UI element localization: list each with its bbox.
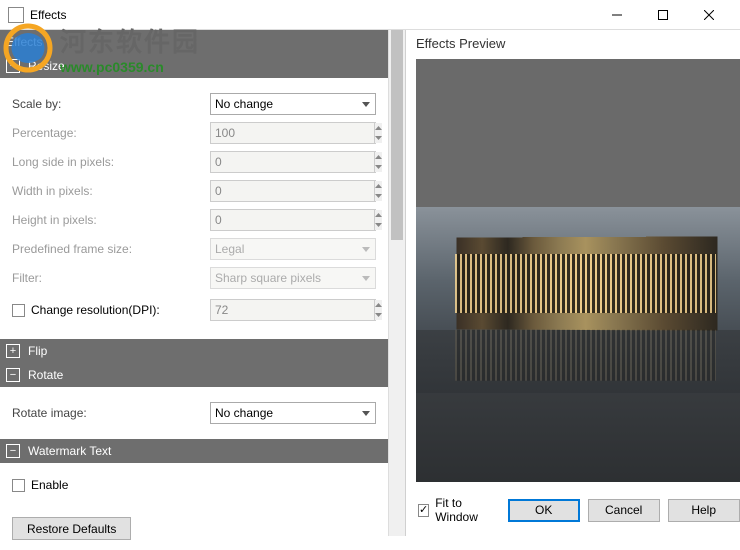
rotate-image-select[interactable]: No change	[210, 402, 376, 424]
collapse-icon[interactable]: −	[6, 368, 20, 382]
preview-image	[416, 59, 740, 482]
collapse-icon[interactable]: −	[6, 444, 20, 458]
fit-to-window-label: Fit to Window	[435, 496, 479, 524]
ok-button[interactable]: OK	[508, 499, 580, 522]
section-header-flip[interactable]: + Flip	[0, 339, 388, 363]
scale-by-label: Scale by:	[12, 97, 210, 111]
section-label: Flip	[28, 344, 47, 358]
section-header-resize[interactable]: − Resize	[0, 54, 388, 78]
frame-size-select: Legal	[210, 238, 376, 260]
spinner-up-icon	[375, 210, 382, 220]
fit-to-window-checkbox[interactable]	[418, 504, 429, 517]
spinner-up-icon	[375, 181, 382, 191]
height-input	[211, 210, 374, 230]
spinner-up-icon	[375, 300, 382, 310]
section-label: Effects	[6, 35, 42, 49]
watermark-enable-label: Enable	[31, 478, 68, 492]
scrollbar-thumb[interactable]	[391, 30, 403, 240]
section-header-rotate[interactable]: − Rotate	[0, 363, 388, 387]
section-label: Watermark Text	[28, 444, 111, 458]
collapse-icon[interactable]: −	[6, 59, 20, 73]
section-label: Resize	[28, 59, 65, 73]
titlebar: Effects	[0, 0, 740, 30]
dpi-input	[211, 300, 374, 320]
expand-icon[interactable]: +	[6, 344, 20, 358]
spinner-up-icon	[375, 123, 382, 133]
spinner-up-icon	[375, 152, 382, 162]
effects-panel: Effects − Resize Scale by: No change	[0, 30, 405, 536]
dpi-label: Change resolution(DPI):	[31, 303, 160, 317]
height-label: Height in pixels:	[12, 213, 210, 227]
window-title: Effects	[30, 8, 594, 22]
app-icon	[8, 7, 24, 23]
spinner-down-icon	[375, 220, 382, 230]
width-input	[211, 181, 374, 201]
help-button[interactable]: Help	[668, 499, 740, 522]
section-header-effects: Effects	[0, 30, 388, 54]
percentage-spinner	[210, 122, 376, 144]
dpi-spinner	[210, 299, 376, 321]
long-side-spinner	[210, 151, 376, 173]
section-header-watermark-text[interactable]: − Watermark Text	[0, 439, 388, 463]
scale-by-select[interactable]: No change	[210, 93, 376, 115]
rotate-image-label: Rotate image:	[12, 406, 210, 420]
height-spinner	[210, 209, 376, 231]
frame-size-label: Predefined frame size:	[12, 242, 210, 256]
preview-panel: Effects Preview Fit to Window OK Cancel …	[405, 30, 740, 536]
cancel-button[interactable]: Cancel	[588, 499, 660, 522]
maximize-button[interactable]	[640, 1, 686, 29]
watermark-enable-checkbox[interactable]	[12, 479, 25, 492]
dpi-checkbox[interactable]	[12, 304, 25, 317]
minimize-button[interactable]	[594, 1, 640, 29]
vertical-scrollbar[interactable]	[388, 30, 405, 536]
width-spinner	[210, 180, 376, 202]
filter-select: Sharp square pixels	[210, 267, 376, 289]
long-side-input	[211, 152, 374, 172]
section-label: Rotate	[28, 368, 63, 382]
close-button[interactable]	[686, 1, 732, 29]
long-side-label: Long side in pixels:	[12, 155, 210, 169]
spinner-down-icon	[375, 133, 382, 143]
preview-title: Effects Preview	[406, 30, 740, 55]
width-label: Width in pixels:	[12, 184, 210, 198]
percentage-input	[211, 123, 374, 143]
percentage-label: Percentage:	[12, 126, 210, 140]
spinner-down-icon	[375, 191, 382, 201]
filter-label: Filter:	[12, 271, 210, 285]
restore-defaults-button[interactable]: Restore Defaults	[12, 517, 131, 540]
spinner-down-icon	[375, 162, 382, 172]
spinner-down-icon	[375, 310, 382, 320]
